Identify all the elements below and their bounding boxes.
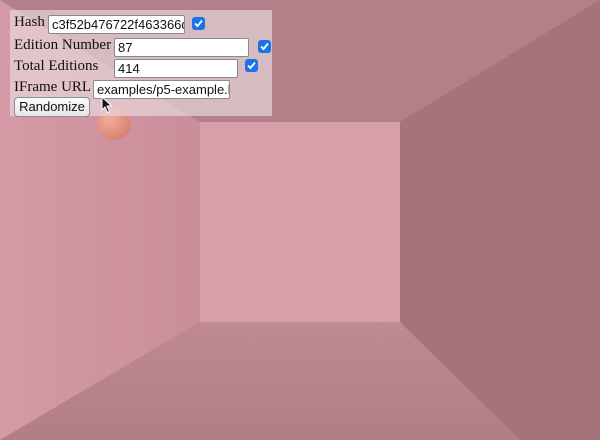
edition-number-input[interactable]: 87 xyxy=(114,38,249,57)
hash-checkbox[interactable] xyxy=(192,17,205,30)
edition-number-label: Edition Number xyxy=(14,37,112,53)
randomize-button[interactable]: Randomize xyxy=(14,97,90,117)
total-editions-checkbox[interactable] xyxy=(245,59,258,72)
edition-number-checkbox[interactable] xyxy=(258,40,271,53)
iframe-url-label: IFrame URL xyxy=(14,79,92,95)
back-wall xyxy=(200,122,400,322)
cursor-icon xyxy=(101,95,113,119)
hash-label: Hash xyxy=(14,14,45,30)
total-editions-input[interactable]: 414 xyxy=(114,59,238,78)
hash-input[interactable]: c3f52b476722f463366d xyxy=(48,15,185,34)
control-panel: Hash c3f52b476722f463366d Edition Number… xyxy=(10,10,272,117)
total-editions-label: Total Editions xyxy=(14,58,99,74)
iframe-url-input[interactable]: examples/p5-example.h xyxy=(93,80,230,99)
